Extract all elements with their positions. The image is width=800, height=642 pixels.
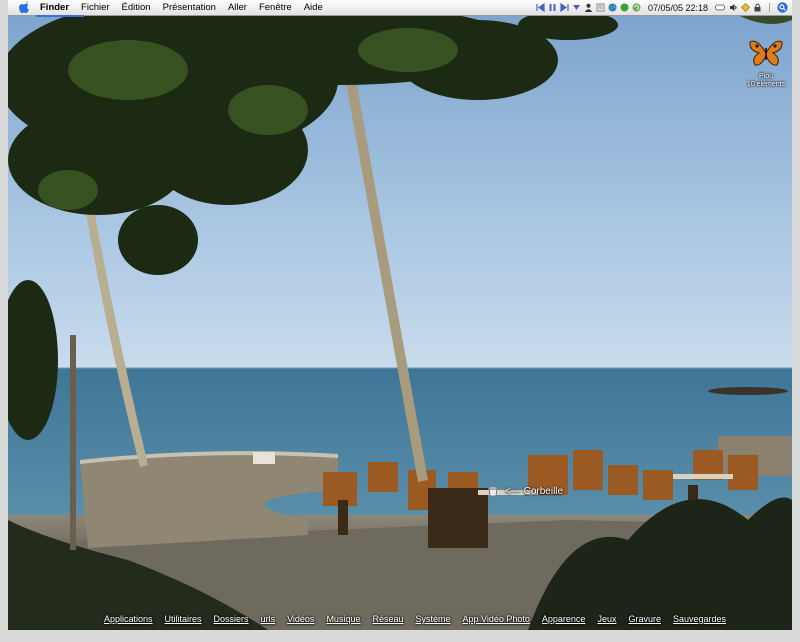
apple-menu-icon[interactable]	[18, 1, 30, 14]
menu-presentation[interactable]: Présentation	[157, 0, 222, 15]
yellow-diamond-icon[interactable]	[741, 3, 750, 12]
dock-item-videos[interactable]: Vidéos	[281, 614, 320, 624]
separator-icon	[769, 3, 770, 12]
dock-item-apparence[interactable]: Apparence	[536, 614, 592, 624]
dock-item-utilitaires[interactable]: Utilitaires	[159, 614, 208, 624]
menu-edition[interactable]: Édition	[116, 0, 157, 15]
desktop-icon-name: Piou	[758, 73, 773, 80]
pause-icon[interactable]	[548, 3, 557, 12]
dock-item-jeux[interactable]: Jeux	[591, 614, 622, 624]
trash-label[interactable]: <--- Corbeille	[505, 486, 563, 497]
menu-fichier[interactable]: Fichier	[75, 0, 116, 15]
desktop-icon-piou[interactable]: Piou 10 éléments	[739, 38, 792, 89]
menu-extras: 07/05/05 22:18	[536, 0, 792, 15]
battery-icon[interactable]	[715, 3, 726, 12]
desktop-icon-subtitle: 10 éléments	[746, 81, 786, 88]
trash-icon[interactable]	[486, 484, 500, 498]
active-app-indicator	[36, 15, 84, 17]
desktop-wallpaper	[8, 0, 792, 630]
trash-label-text: <--- Corbeille	[505, 486, 564, 497]
dock-item-applications[interactable]: Applications	[98, 614, 159, 624]
dock-item-app-video-photo[interactable]: App Vidéo Photo	[457, 614, 536, 624]
menu-fenetre[interactable]: Fenêtre	[253, 0, 298, 15]
sync-icon[interactable]	[632, 3, 641, 12]
dock-item-musique[interactable]: Musique	[320, 614, 366, 624]
dock-item-systeme[interactable]: Système	[410, 614, 457, 624]
dock-item-gravure[interactable]: Gravure	[622, 614, 667, 624]
menu-app-finder[interactable]: Finder	[34, 0, 75, 15]
dock: Applications Utilitaires Dossiers urls V…	[98, 614, 732, 624]
dropdown-triangle-icon[interactable]	[572, 3, 581, 12]
spotlight-search-icon[interactable]	[777, 2, 788, 13]
user-icon[interactable]	[584, 3, 593, 12]
menubar-clock[interactable]: 07/05/05 22:18	[648, 3, 708, 13]
previous-track-icon[interactable]	[536, 3, 545, 12]
dock-item-reseau[interactable]: Réseau	[366, 614, 409, 624]
next-track-icon[interactable]	[560, 3, 569, 12]
butterfly-folder-icon	[749, 40, 783, 66]
dock-item-dossiers[interactable]: Dossiers	[208, 614, 255, 624]
dock-item-urls[interactable]: urls	[255, 614, 282, 624]
menu-bar: Finder Fichier Édition Présentation Alle…	[8, 0, 792, 16]
script-icon[interactable]	[596, 3, 605, 12]
screen: Finder Fichier Édition Présentation Alle…	[8, 0, 792, 630]
menu-aide[interactable]: Aide	[298, 0, 329, 15]
lock-icon[interactable]	[753, 3, 762, 12]
dock-item-sauvegardes[interactable]: Sauvegardes	[667, 614, 732, 624]
status-green-icon[interactable]	[620, 3, 629, 12]
menu-aller[interactable]: Aller	[222, 0, 253, 15]
volume-icon[interactable]	[729, 3, 738, 12]
globe-icon[interactable]	[608, 3, 617, 12]
